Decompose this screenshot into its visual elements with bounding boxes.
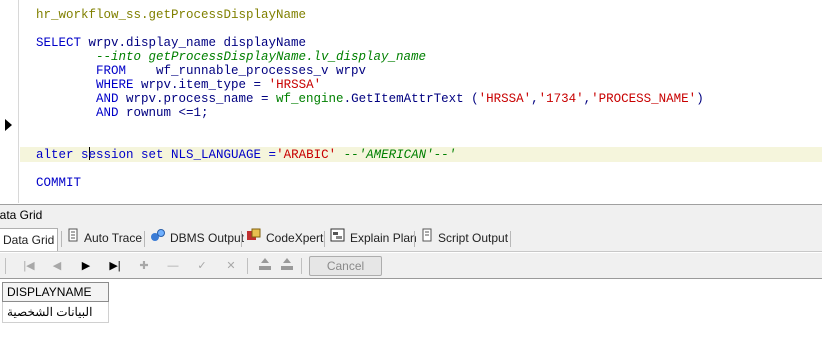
keyword: WHERE (36, 78, 134, 92)
code-text: wrpv.item_type = (133, 78, 269, 92)
string-literal: 'PROCESS_NAME' (591, 92, 697, 106)
string-literal: '1734' (538, 92, 584, 106)
delete-record-icon[interactable]: — (162, 257, 184, 275)
comment-text: --'AMERICAN'--' (336, 148, 457, 162)
first-record-icon[interactable]: |◀ (18, 257, 40, 275)
keyword: alter (36, 148, 82, 162)
code-text: wf_runnable_processes_v wrpv (126, 64, 367, 78)
comment-text: --into getProcessDisplayName.lv_display_… (36, 50, 427, 64)
panel-title-bar: Data Grid (0, 204, 822, 225)
code-text: <=1; (178, 106, 209, 120)
script-icon (420, 228, 434, 249)
keyword: COMMIT (36, 176, 82, 190)
result-grid[interactable]: DISPLAYNAME البيانات الشخصية (0, 280, 822, 345)
result-tabs: Data Grid Auto Trace DBMS Output CodeXpe… (0, 225, 822, 252)
editor-gutter (0, 0, 19, 203)
keyword: AND (36, 92, 119, 106)
tab-divider (414, 231, 415, 247)
tab-label: Data Grid (3, 232, 55, 247)
code-line[interactable]: AND rownum <=1; (36, 106, 822, 120)
sql-editor[interactable]: hr_workflow_ss.getProcessDisplayName SEL… (0, 0, 822, 203)
next-record-icon[interactable]: ▶ (75, 257, 97, 275)
string-literal: 'ARABIC' (276, 148, 337, 162)
record-navigator: |◀ ◀ ▶ ▶| ✚ — ✓ ✕ Cancel (0, 253, 822, 279)
code-line[interactable]: FROM wf_runnable_processes_v wrpv (36, 64, 822, 78)
tab-label: CodeXpert (266, 231, 324, 245)
tab-codexpert[interactable]: CodeXpert (246, 228, 323, 249)
tab-label: DBMS Output (170, 231, 245, 245)
panel-title: Data Grid (0, 208, 43, 222)
export-icon[interactable] (254, 257, 276, 275)
column-header[interactable]: DISPLAYNAME (2, 282, 109, 302)
toolbar-divider (247, 258, 248, 274)
grid-cell[interactable]: البيانات الشخصية (2, 302, 109, 323)
current-code-line[interactable]: alter session set NLS_LANGUAGE ='ARABIC'… (20, 147, 822, 162)
tab-divider (61, 231, 62, 247)
last-record-icon[interactable]: ▶| (104, 257, 126, 275)
document-icon (66, 228, 80, 249)
code-text: ) (696, 92, 704, 106)
code-text: ession set NLS_LANGUAGE = (88, 148, 277, 162)
code-text: , (531, 92, 539, 106)
import-icon[interactable] (276, 257, 298, 275)
insert-record-icon[interactable]: ✚ (133, 257, 155, 275)
code-text: wrpv.display_name displayName (81, 36, 307, 50)
code-text: rownum (118, 106, 179, 120)
tab-divider (241, 231, 242, 247)
code-line[interactable]: SELECT wrpv.display_name displayName (36, 36, 822, 50)
keyword: SELECT (36, 36, 82, 50)
tab-dbms-output[interactable]: DBMS Output (150, 228, 244, 249)
codexpert-icon (246, 228, 262, 249)
explain-plan-icon (330, 228, 346, 249)
code-line[interactable]: COMMIT (36, 176, 822, 190)
cancel-button[interactable]: Cancel (309, 256, 382, 276)
code-line[interactable]: AND wrpv.process_name = wf_engine.GetIte… (36, 92, 822, 106)
string-literal: 'HRSSA' (478, 92, 532, 106)
prior-record-icon[interactable]: ◀ (46, 257, 68, 275)
tab-data-grid[interactable]: Data Grid (0, 228, 58, 251)
code-line[interactable]: --into getProcessDisplayName.lv_display_… (36, 50, 822, 64)
code-text: hr_workflow_ss.getProcessDisplayName (36, 8, 307, 22)
code-area[interactable]: hr_workflow_ss.getProcessDisplayName SEL… (20, 0, 822, 203)
keyword: AND (36, 106, 119, 120)
execution-pointer-icon (5, 119, 12, 131)
package-name: wf_engine (276, 92, 344, 106)
tab-divider (324, 231, 325, 247)
code-line[interactable]: WHERE wrpv.item_type = 'HRSSA' (36, 78, 822, 92)
tab-explain-plan[interactable]: Explain Plan (330, 228, 417, 249)
cancel-edit-icon[interactable]: ✕ (220, 257, 242, 275)
keyword: FROM (36, 64, 127, 78)
output-icon (150, 228, 166, 249)
tab-divider (510, 231, 511, 247)
tab-divider (144, 231, 145, 247)
post-edit-icon[interactable]: ✓ (191, 257, 213, 275)
tab-label: Explain Plan (350, 231, 417, 245)
toolbar-divider (5, 258, 6, 274)
code-text: .GetItemAttrText ( (343, 92, 479, 106)
string-literal: 'HRSSA' (268, 78, 322, 92)
tab-script-output[interactable]: Script Output (420, 228, 508, 249)
tab-label: Script Output (438, 231, 509, 245)
tab-label: Auto Trace (84, 231, 143, 245)
toolbar-divider (301, 258, 302, 274)
code-text: s (81, 148, 89, 162)
code-text: wrpv.process_name = (118, 92, 277, 106)
code-line[interactable]: hr_workflow_ss.getProcessDisplayName (36, 8, 822, 22)
tab-auto-trace[interactable]: Auto Trace (66, 228, 142, 249)
